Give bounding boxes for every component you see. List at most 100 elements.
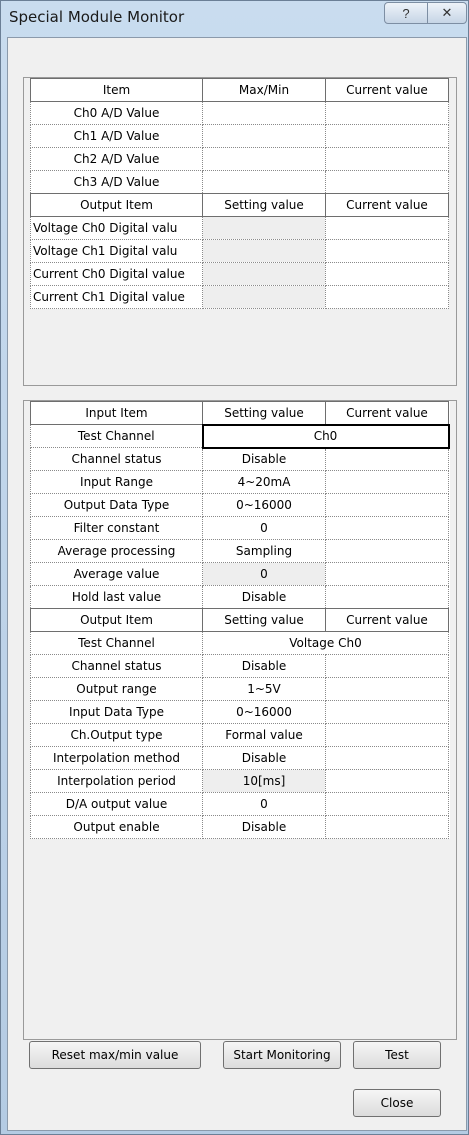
row-label: Voltage Ch1 Digital valu [30, 239, 203, 263]
row-label: Average value [30, 562, 203, 586]
window-title: Special Module Monitor [9, 8, 185, 26]
table-row[interactable]: Hold last value Disable [30, 585, 449, 609]
input-test-channel-select[interactable]: Ch0 [201, 423, 450, 449]
setting-value-cell [202, 216, 326, 240]
table-row[interactable]: Voltage Ch0 Digital valu [30, 216, 449, 240]
column-header-current-value: Current value [325, 193, 449, 217]
row-label: Input Data Type [30, 700, 203, 724]
table-row[interactable]: Output range 1~5V [30, 677, 449, 701]
current-value-cell [325, 677, 449, 701]
row-label: Current Ch0 Digital value [30, 262, 203, 286]
ad-monitor-table: Item Max/Min Current value Ch0 A/D Value… [30, 78, 449, 309]
table-row[interactable]: Test Channel Ch0 [30, 423, 450, 449]
setting-value-cell[interactable]: Disable [202, 815, 326, 839]
table-row[interactable]: Input Range 4~20mA [30, 470, 449, 494]
row-label: Output enable [30, 815, 203, 839]
row-label: Channel status [30, 447, 203, 471]
table-row[interactable]: Channel status Disable [30, 447, 449, 471]
row-label: Voltage Ch0 Digital valu [30, 216, 203, 240]
help-icon: ? [402, 5, 410, 21]
help-button[interactable]: ? [384, 2, 428, 24]
table-row[interactable]: Interpolation period 10[ms] [30, 769, 449, 793]
row-label: Ch1 A/D Value [30, 124, 203, 148]
table-row[interactable]: Average value 0 [30, 562, 449, 586]
setting-value-cell[interactable]: Disable [202, 585, 326, 609]
current-value-cell [325, 516, 449, 540]
setting-value-cell[interactable]: Disable [202, 746, 326, 770]
table-row[interactable]: Output Data Type 0~16000 [30, 493, 449, 517]
row-label: Hold last value [30, 585, 203, 609]
max-min-cell [202, 170, 326, 194]
current-value-cell [325, 262, 449, 286]
output-header-row: Output Item Setting value Current value [30, 193, 449, 217]
table-row[interactable]: Test Channel Voltage Ch0 [30, 631, 449, 655]
table-row[interactable]: Current Ch1 Digital value [30, 285, 449, 309]
table-row[interactable]: Channel status Disable [30, 654, 449, 678]
current-value-cell [325, 746, 449, 770]
setting-value-cell[interactable]: Disable [202, 654, 326, 678]
table-row[interactable]: Ch0 A/D Value [30, 101, 449, 125]
table-row[interactable]: Ch1 A/D Value [30, 124, 449, 148]
current-value-cell [325, 124, 449, 148]
table-row[interactable]: Input Data Type 0~16000 [30, 700, 449, 724]
column-header-input-item: Input Item [30, 401, 203, 425]
close-button[interactable]: Close [353, 1089, 441, 1117]
output-header-row: Output Item Setting value Current value [30, 608, 449, 632]
setting-value-cell: 10[ms] [202, 769, 326, 793]
column-header-output-item: Output Item [30, 193, 203, 217]
setting-value-cell[interactable]: 1~5V [202, 677, 326, 701]
current-value-cell [325, 815, 449, 839]
row-label: Interpolation period [30, 769, 203, 793]
table-row[interactable]: D/A output value 0 [30, 792, 449, 816]
row-label: Ch.Output type [30, 723, 203, 747]
table-row[interactable]: Voltage Ch1 Digital valu [30, 239, 449, 263]
table-row[interactable]: Interpolation method Disable [30, 746, 449, 770]
setting-value-cell[interactable]: Disable [202, 447, 326, 471]
setting-value-cell[interactable]: 4~20mA [202, 470, 326, 494]
current-value-cell [325, 585, 449, 609]
row-label: Filter constant [30, 516, 203, 540]
row-label: Interpolation method [30, 746, 203, 770]
setting-value-cell: 0 [202, 562, 326, 586]
setting-value-cell[interactable]: Formal value [202, 723, 326, 747]
setting-value-cell[interactable]: Sampling [202, 539, 326, 563]
table-row[interactable]: Filter constant 0 [30, 516, 449, 540]
table-row[interactable]: Ch2 A/D Value [30, 147, 449, 171]
setting-value-cell[interactable]: 0 [202, 516, 326, 540]
close-icon: ✕ [441, 5, 453, 20]
table-header-row: Item Max/Min Current value [30, 78, 449, 102]
output-test-channel-select[interactable]: Voltage Ch0 [202, 631, 449, 655]
settings-group: Input Item Setting value Current value T… [23, 400, 457, 1040]
table-row[interactable]: Output enable Disable [30, 815, 449, 839]
row-label: Channel status [30, 654, 203, 678]
setting-value-cell [202, 262, 326, 286]
current-value-cell [325, 769, 449, 793]
setting-value-cell[interactable]: 0~16000 [202, 700, 326, 724]
row-label: Average processing [30, 539, 203, 563]
start-monitoring-button[interactable]: Start Monitoring [223, 1041, 341, 1069]
setting-value-cell[interactable]: 0~16000 [202, 493, 326, 517]
table-row[interactable]: Average processing Sampling [30, 539, 449, 563]
current-value-cell [325, 539, 449, 563]
column-header-setting-value: Setting value [202, 401, 326, 425]
setting-value-cell[interactable]: 0 [202, 792, 326, 816]
reset-max-min-button[interactable]: Reset max/min value [29, 1041, 201, 1069]
table-row[interactable]: Ch3 A/D Value [30, 170, 449, 194]
column-header-setting-value: Setting value [202, 608, 326, 632]
table-row[interactable]: Ch.Output type Formal value [30, 723, 449, 747]
column-header-setting-value: Setting value [202, 193, 326, 217]
column-header-current-value: Current value [325, 608, 449, 632]
column-header-item: Item [30, 78, 203, 102]
column-header-output-item: Output Item [30, 608, 203, 632]
test-button[interactable]: Test [353, 1041, 441, 1069]
max-min-cell [202, 147, 326, 171]
current-value-cell [325, 101, 449, 125]
setting-value-cell [202, 239, 326, 263]
column-header-max-min: Max/Min [202, 78, 326, 102]
title-bar: Special Module Monitor ? ✕ [1, 1, 468, 37]
row-label: Ch3 A/D Value [30, 170, 203, 194]
table-row[interactable]: Current Ch0 Digital value [30, 262, 449, 286]
row-label: Current Ch1 Digital value [30, 285, 203, 309]
current-value-cell [325, 562, 449, 586]
close-window-button[interactable]: ✕ [427, 2, 467, 24]
